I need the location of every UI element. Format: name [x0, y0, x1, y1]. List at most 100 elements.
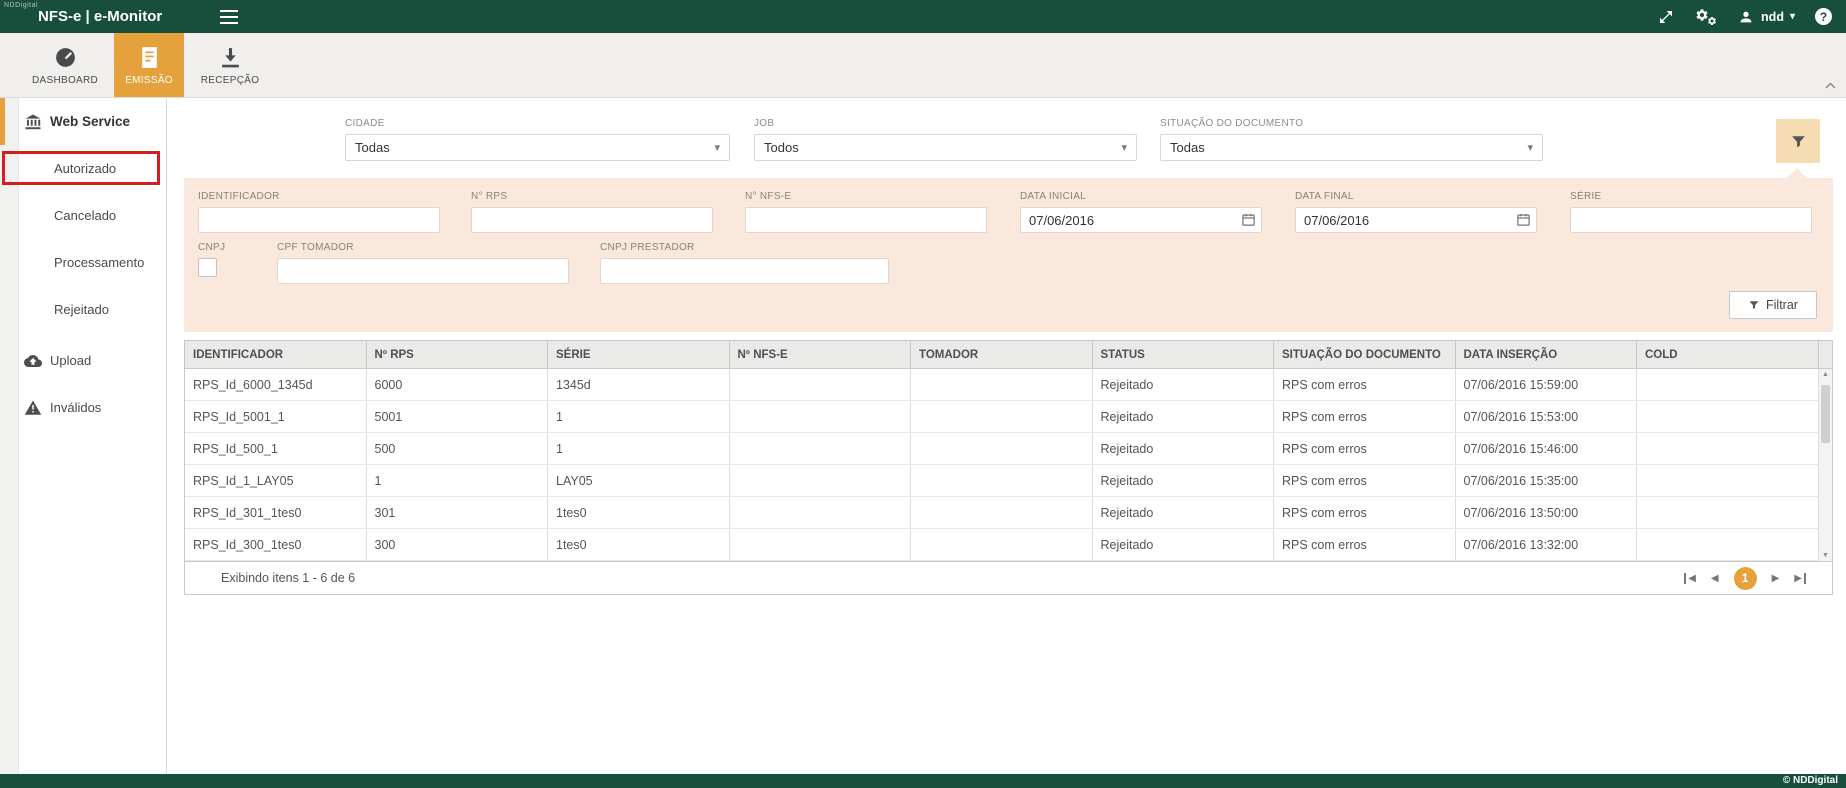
table-cell [1637, 497, 1819, 528]
cpf-tomador-input[interactable] [277, 258, 569, 284]
prev-page-button[interactable]: ◀ [1711, 573, 1719, 584]
user-icon [1737, 8, 1755, 26]
table-cell [911, 529, 1093, 560]
sidebar: Web Service Autorizado Cancelado Process… [0, 98, 167, 774]
table-cell: Rejeitado [1093, 401, 1275, 432]
tab-dashboard[interactable]: DASHBOARD [27, 33, 103, 97]
column-header[interactable]: SÉRIE [548, 341, 730, 368]
table-cell: 07/06/2016 13:32:00 [1456, 529, 1638, 560]
table-row[interactable]: RPS_Id_1_LAY051LAY05RejeitadoRPS com err… [185, 465, 1832, 497]
user-menu[interactable]: ndd ▾ [1737, 8, 1795, 26]
table-body: RPS_Id_6000_1345d60001345dRejeitadoRPS c… [185, 369, 1832, 561]
table-cell: RPS com erros [1274, 369, 1456, 400]
table-scrollbar[interactable]: ▲ ▼ [1818, 369, 1832, 561]
situacao-select[interactable]: Todas ▾ [1160, 134, 1543, 161]
data-inicial-field: DATA INICIAL [1020, 191, 1262, 233]
calendar-icon[interactable] [1241, 212, 1256, 227]
cnpj-checkbox[interactable] [198, 258, 217, 277]
table-row[interactable]: RPS_Id_500_15001RejeitadoRPS com erros07… [185, 433, 1832, 465]
sidebar-item-label: Processamento [54, 255, 144, 270]
data-inicial-input[interactable] [1020, 207, 1262, 233]
app-title: NFS-e | e-Monitor [38, 8, 162, 25]
table-cell [911, 369, 1093, 400]
scroll-up-arrow[interactable]: ▲ [1819, 371, 1832, 378]
table-cell: RPS_Id_6000_1345d [185, 369, 367, 400]
filter-toggle-button[interactable] [1776, 119, 1820, 163]
column-header[interactable]: IDENTIFICADOR [185, 341, 367, 368]
sidebar-item-cancelado[interactable]: Cancelado [0, 192, 166, 239]
sidebar-item-processamento[interactable]: Processamento [0, 239, 166, 286]
table-cell: 07/06/2016 15:35:00 [1456, 465, 1638, 496]
table-cell [911, 497, 1093, 528]
field-label: CNPJ PRESTADOR [600, 242, 889, 253]
table-row[interactable]: RPS_Id_5001_150011RejeitadoRPS com erros… [185, 401, 1832, 433]
table-cell [730, 433, 912, 464]
cidade-select[interactable]: Todas ▾ [345, 134, 730, 161]
table-cell [1637, 529, 1819, 560]
serie-input[interactable] [1570, 207, 1812, 233]
table-cell: 1tes0 [548, 529, 730, 560]
results-table: IDENTIFICADORNº RPSSÉRIENº NFS-ETOMADORS… [184, 340, 1833, 595]
identificador-input[interactable] [198, 207, 440, 233]
nfse-input[interactable] [745, 207, 987, 233]
table-cell: 07/06/2016 13:50:00 [1456, 497, 1638, 528]
column-header[interactable]: Nº NFS-E [730, 341, 912, 368]
table-row[interactable]: RPS_Id_300_1tes03001tes0RejeitadoRPS com… [185, 529, 1832, 561]
filtrar-button[interactable]: Filtrar [1729, 291, 1817, 319]
sidebar-item-label: Web Service [50, 114, 130, 129]
table-cell: 07/06/2016 15:53:00 [1456, 401, 1638, 432]
last-page-button[interactable]: ▶ [1794, 573, 1806, 584]
cnpj-field: CNPJ [198, 242, 225, 277]
sidebar-item-invalidos[interactable]: Inválidos [0, 384, 166, 431]
job-select[interactable]: Todos ▾ [754, 134, 1137, 161]
column-header[interactable]: Nº RPS [367, 341, 549, 368]
table-cell [730, 465, 912, 496]
table-row[interactable]: RPS_Id_301_1tes03011tes0RejeitadoRPS com… [185, 497, 1832, 529]
cnpj-prestador-input[interactable] [600, 258, 889, 284]
column-header[interactable]: TOMADOR [911, 341, 1093, 368]
rps-field: N° RPS [471, 191, 713, 233]
cidade-label: CIDADE [345, 118, 730, 129]
cnpj-prestador-field: CNPJ PRESTADOR [600, 242, 889, 284]
cpf-tomador-field: CPF TOMADOR [277, 242, 569, 284]
tab-recepcao[interactable]: RECEPÇÃO [195, 33, 265, 97]
table-cell: 1 [548, 401, 730, 432]
table-cell: 1 [367, 465, 549, 496]
table-cell: Rejeitado [1093, 529, 1275, 560]
table-cell: 500 [367, 433, 549, 464]
column-header[interactable]: STATUS [1093, 341, 1275, 368]
table-cell: RPS com erros [1274, 465, 1456, 496]
sidebar-item-autorizado[interactable]: Autorizado [0, 145, 166, 192]
table-cell: 07/06/2016 15:59:00 [1456, 369, 1638, 400]
hamburger-menu-icon[interactable] [220, 10, 238, 24]
column-header[interactable]: SITUAÇÃO DO DOCUMENTO [1274, 341, 1456, 368]
sidebar-item-rejeitado[interactable]: Rejeitado [0, 286, 166, 333]
rps-input[interactable] [471, 207, 713, 233]
current-page-button[interactable]: 1 [1734, 567, 1757, 590]
bank-icon [24, 113, 42, 131]
scroll-down-arrow[interactable]: ▼ [1819, 552, 1832, 559]
field-label: DATA INICIAL [1020, 191, 1262, 202]
table-cell: 1345d [548, 369, 730, 400]
settings-gears-icon[interactable] [1695, 8, 1717, 26]
field-label: DATA FINAL [1295, 191, 1537, 202]
sidebar-item-label: Cancelado [54, 208, 116, 223]
cidade-value: Todas [355, 140, 390, 155]
tab-emissao[interactable]: EMISSÃO [114, 33, 184, 97]
column-header[interactable]: DATA INSERÇÃO [1456, 341, 1638, 368]
first-page-button[interactable]: ◀ [1684, 573, 1696, 584]
next-page-button[interactable]: ▶ [1772, 573, 1780, 584]
data-final-input[interactable] [1295, 207, 1537, 233]
column-header[interactable]: COLD [1637, 341, 1819, 368]
help-icon[interactable]: ? [1815, 8, 1832, 25]
sidebar-item-upload[interactable]: Upload [0, 337, 166, 384]
table-row[interactable]: RPS_Id_6000_1345d60001345dRejeitadoRPS c… [185, 369, 1832, 401]
serie-field: SÉRIE [1570, 191, 1812, 233]
calendar-icon[interactable] [1516, 212, 1531, 227]
fullscreen-icon[interactable] [1657, 8, 1675, 26]
job-value: Todos [764, 140, 799, 155]
collapse-toolbar-icon[interactable] [1825, 76, 1836, 94]
table-cell: RPS com erros [1274, 433, 1456, 464]
scroll-thumb[interactable] [1821, 385, 1830, 443]
sidebar-item-web-service[interactable]: Web Service [0, 98, 166, 145]
